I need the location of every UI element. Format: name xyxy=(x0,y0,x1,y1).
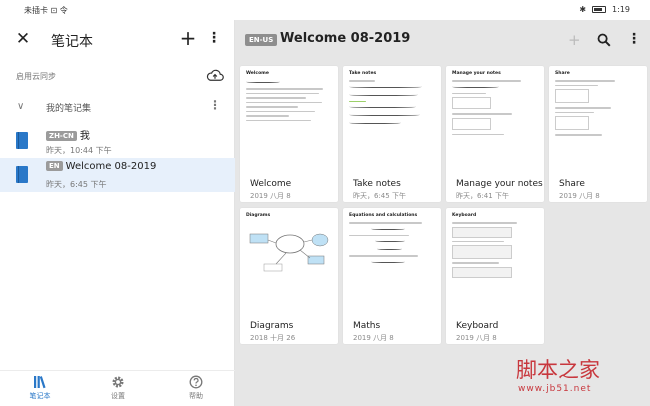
add-page-icon[interactable]: + xyxy=(568,31,581,49)
page-date: 昨天，6:41 下午 xyxy=(456,192,509,200)
language-badge: EN-US xyxy=(245,34,278,46)
notebook-time: 昨天，10:44 下午 xyxy=(46,146,112,155)
gear-icon xyxy=(112,376,124,388)
page-date: 2019 八月 8 xyxy=(353,334,394,342)
nav-settings[interactable]: 设置 xyxy=(88,371,148,406)
page-date: 2019 八月 8 xyxy=(559,192,600,200)
close-icon[interactable]: ✕ xyxy=(14,30,32,48)
sidebar-title: 笔记本 xyxy=(51,34,93,50)
nav-notebooks[interactable]: 笔记本 xyxy=(10,371,70,406)
cloud-sync-label: 启用云同步 xyxy=(16,72,56,81)
page-thumbnail: Diagrams xyxy=(240,208,338,311)
bottom-navigation: 笔记本 设置 帮助 xyxy=(0,370,235,406)
notebook-item-selected[interactable]: EN Welcome 08-2019 昨天，6:45 下午 xyxy=(0,158,235,192)
notebook-name: ZH-CN 我 xyxy=(46,127,90,142)
nav-settings-label: 设置 xyxy=(111,392,125,400)
carrier-status: 未插卡 ⊡ 令 xyxy=(24,6,68,15)
main-more-icon[interactable]: ⋮ xyxy=(627,31,641,47)
notebook-group-label: 我的笔记集 xyxy=(46,104,92,114)
page-title: Maths xyxy=(353,321,381,331)
page-title: Diagrams xyxy=(250,321,294,331)
notebook-icon xyxy=(16,132,28,149)
site-watermark: 脚本之家 xyxy=(516,358,600,382)
notebook-icon xyxy=(16,166,28,183)
page-card-take-notes[interactable]: Take notes Take notes 昨天，6:45 下午 xyxy=(343,66,441,202)
notebook-sidebar: ✕ 笔记本 + ⋮ 启用云同步 ∨ 我的笔记集 ⋮ ZH-CN 我 昨天，10:4… xyxy=(0,20,235,406)
page-thumbnail: Equations and calculations xyxy=(343,208,441,311)
page-card-manage-notes[interactable]: Manage your notes Manage your notes 昨天，6… xyxy=(446,66,544,202)
page-card-welcome[interactable]: Welcome Welcome 2019 八月 8 xyxy=(240,66,338,202)
help-icon xyxy=(189,375,203,389)
page-card-maths[interactable]: Equations and calculations Maths 2019 八月… xyxy=(343,208,441,344)
main-header: EN-US Welcome 08-2019 + ⋮ xyxy=(235,20,650,62)
language-badge: ZH-CN xyxy=(46,131,77,141)
cloud-sync-row[interactable]: 启用云同步 xyxy=(0,64,235,90)
group-more-icon[interactable]: ⋮ xyxy=(209,98,221,112)
site-watermark-url: www.jb51.net xyxy=(518,384,592,394)
nav-help[interactable]: 帮助 xyxy=(166,371,226,406)
page-date: 昨天，6:45 下午 xyxy=(353,192,406,200)
page-thumbnail: Manage your notes xyxy=(446,66,544,169)
page-date: 2019 八月 8 xyxy=(456,334,497,342)
chevron-down-icon[interactable]: ∨ xyxy=(17,101,24,112)
page-title: Take notes xyxy=(353,179,401,189)
nav-notebooks-label: 笔记本 xyxy=(29,392,51,400)
page-date: 2019 八月 8 xyxy=(250,192,291,200)
page-thumbnail: Share xyxy=(549,66,647,169)
page-title: Welcome xyxy=(250,179,292,189)
notebook-item[interactable]: ZH-CN 我 昨天，10:44 下午 xyxy=(0,124,235,158)
library-icon xyxy=(34,376,46,389)
add-notebook-icon[interactable]: + xyxy=(179,28,197,48)
page-title: Share xyxy=(559,179,585,189)
bluetooth-icon: ✱ xyxy=(579,5,587,14)
sidebar-more-icon[interactable]: ⋮ xyxy=(206,29,222,47)
language-badge: EN xyxy=(46,161,63,171)
page-thumbnail: Keyboard xyxy=(446,208,544,311)
battery-icon xyxy=(592,6,607,13)
page-card-diagrams[interactable]: Diagrams Diagrams 2018 十月 26 xyxy=(240,208,338,344)
page-card-keyboard[interactable]: Keyboard Keyboard 2019 八月 8 xyxy=(446,208,544,344)
status-right: ✱ 1:19 xyxy=(579,5,630,14)
notebook-group[interactable]: ∨ 我的笔记集 ⋮ xyxy=(0,95,235,121)
diagram-sketch xyxy=(249,233,329,272)
clock: 1:19 xyxy=(612,5,630,14)
page-thumbnail: Welcome xyxy=(240,66,338,169)
notebook-title: Welcome 08-2019 xyxy=(280,31,411,46)
status-bar: 未插卡 ⊡ 令 ✱ 1:19 xyxy=(0,0,650,20)
cloud-upload-icon[interactable] xyxy=(206,67,224,83)
notebook-pages-pane: EN-US Welcome 08-2019 + ⋮ Welcome Welcom… xyxy=(235,20,650,406)
notebook-time: 昨天，6:45 下午 xyxy=(46,180,107,189)
search-icon[interactable] xyxy=(597,33,611,47)
page-card-share[interactable]: Share Share 2019 八月 8 xyxy=(549,66,647,202)
page-title: Keyboard xyxy=(456,321,499,331)
page-title: Manage your notes xyxy=(456,179,543,189)
nav-help-label: 帮助 xyxy=(189,392,203,400)
sidebar-header: ✕ 笔记本 + ⋮ xyxy=(0,20,235,62)
page-date: 2018 十月 26 xyxy=(250,334,296,342)
page-thumbnail: Take notes xyxy=(343,66,441,169)
notebook-name: EN Welcome 08-2019 xyxy=(46,161,156,172)
